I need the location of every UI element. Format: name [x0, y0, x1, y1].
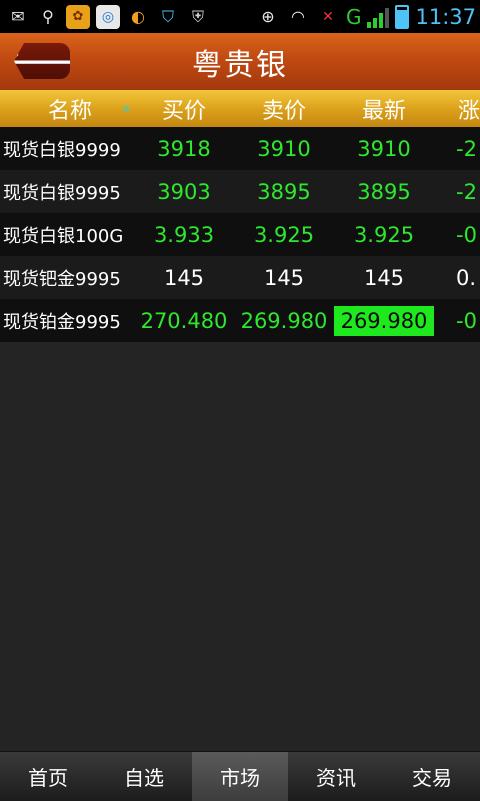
change-value: -0: [456, 308, 477, 333]
nav-home[interactable]: 首页: [0, 752, 96, 801]
signal-icon: [367, 6, 390, 28]
nav-news[interactable]: 资讯: [288, 752, 384, 801]
instrument-name: 现货白银9999: [3, 139, 121, 161]
last-price: 145: [363, 265, 405, 290]
more-columns-icon[interactable]: »: [122, 90, 131, 127]
bottom-nav: 首页 自选 市场 资讯 交易: [0, 751, 480, 801]
notification-icons: ✉ ⚲ ✿ ◎ ◐ ⛉ ⛨: [0, 4, 210, 29]
buy-price: 3903: [157, 179, 211, 204]
table-row[interactable]: 现货钯金9995 145 145 145 0.: [0, 256, 480, 299]
battery-icon: [395, 4, 410, 29]
last-price-cell: 269.980: [334, 299, 434, 342]
buy-price: 3918: [157, 136, 211, 161]
buy-price: 3.933: [153, 222, 215, 247]
column-header-change[interactable]: 涨: [458, 90, 480, 127]
shield-icon: ⛉: [161, 6, 174, 26]
shield-browser-icon: ⛨: [191, 6, 204, 26]
change-value: -2: [456, 179, 477, 204]
sell-price: 269.980: [240, 308, 328, 333]
instrument-name: 现货白银9995: [3, 182, 121, 204]
column-header-name[interactable]: 名称: [0, 90, 140, 127]
sell-price: 145: [263, 265, 305, 290]
nav-market[interactable]: 市场: [192, 752, 288, 801]
back-button[interactable]: 🡐: [14, 43, 70, 79]
clock: 11:37: [415, 4, 476, 29]
instrument-name: 现货钯金9995: [3, 268, 121, 290]
buy-price: 145: [163, 265, 205, 290]
nav-watchlist[interactable]: 自选: [96, 752, 192, 801]
column-header-buy[interactable]: 买价: [134, 90, 234, 127]
column-header-last[interactable]: 最新: [334, 90, 434, 127]
table-header: 名称 » 买价 卖价 最新 涨: [0, 90, 480, 127]
last-price: 3910: [357, 136, 411, 161]
camera-icon: ◎: [96, 4, 120, 29]
instrument-name: 现货白银100G: [3, 225, 124, 247]
app-icon: ✿: [66, 4, 90, 29]
signal-off-icon: ✕: [322, 8, 334, 25]
back-arrow-icon: 🡐: [4, 45, 80, 78]
sell-price: 3910: [257, 136, 311, 161]
system-icons: ⊕ ◠ ✕ G 11:37: [256, 4, 480, 29]
change-value: -2: [456, 136, 477, 161]
table-row[interactable]: 现货白银9999 3918 3910 3910 -2: [0, 127, 480, 170]
last-price: 3.925: [353, 222, 415, 247]
table-row[interactable]: 现货白银9995 3903 3895 3895 -2: [0, 170, 480, 213]
sell-price: 3.925: [253, 222, 315, 247]
mail-icon: ✉: [11, 7, 25, 26]
table-row[interactable]: 现货白银100G 3.933 3.925 3.925 -0: [0, 213, 480, 256]
network-type-label: G: [345, 4, 362, 29]
dialpad-icon: ⊕: [261, 7, 275, 26]
change-value: 0.: [456, 265, 477, 290]
instrument-name: 现货铂金9995: [3, 311, 121, 333]
page-title: 粤贵银: [192, 47, 288, 83]
usb-icon: ⚲: [42, 7, 54, 26]
wifi-icon: ◠: [290, 7, 305, 26]
sell-price: 3895: [257, 179, 311, 204]
table-row[interactable]: 现货铂金9995 270.480 269.980 269.980 -0: [0, 299, 480, 342]
buy-price: 270.480: [140, 308, 228, 333]
status-bar: ✉ ⚲ ✿ ◎ ◐ ⛉ ⛨ ⊕ ◠ ✕ G 11:37: [0, 0, 480, 33]
column-header-sell[interactable]: 卖价: [234, 90, 334, 127]
title-bar: 🡐 粤贵银: [0, 33, 480, 90]
last-price: 269.980: [334, 305, 434, 336]
nav-trade[interactable]: 交易: [384, 752, 480, 801]
last-price: 3895: [357, 179, 411, 204]
quote-table: 现货白银9999 3918 3910 3910 -2 现货白银9995 3903…: [0, 127, 480, 342]
sync-icon: ◐: [131, 7, 145, 26]
change-value: -0: [456, 222, 477, 247]
